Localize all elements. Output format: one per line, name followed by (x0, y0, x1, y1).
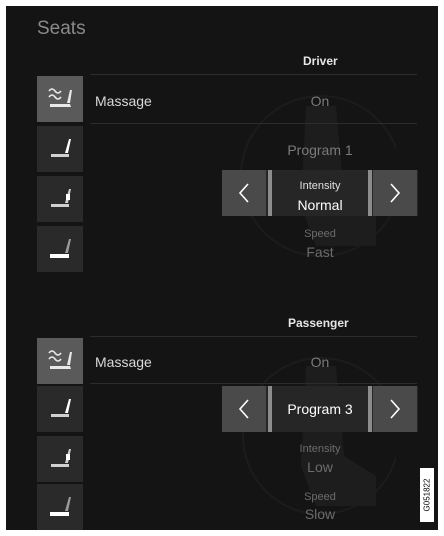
driver-cushion-button[interactable] (37, 226, 83, 272)
passenger-cushion-button[interactable] (37, 484, 83, 530)
driver-section-title: Driver (303, 54, 338, 68)
chevron-left-icon (238, 183, 249, 203)
chevron-left-icon (238, 399, 249, 419)
chevron-right-icon (390, 399, 401, 419)
passenger-massage-button[interactable] (37, 338, 83, 384)
passenger-backrest-button[interactable] (37, 386, 83, 432)
image-code-label: G051822 (420, 468, 434, 522)
driver-speed-label: Speed (304, 228, 336, 240)
chevron-right-icon (390, 183, 401, 203)
driver-lumbar-button[interactable] (37, 176, 83, 222)
image-code-text: G051822 (422, 478, 432, 512)
passenger-lumbar-button[interactable] (37, 436, 83, 482)
seats-screen: Seats Driver Massage On Program 1 Intens… (6, 6, 438, 530)
passenger-program-next-button[interactable] (373, 386, 417, 432)
passenger-massage-value: On (310, 354, 330, 370)
driver-massage-label: Massage (95, 93, 152, 109)
seat-cushion-icon (50, 497, 71, 516)
passenger-massage-label: Massage (95, 354, 152, 370)
passenger-speed-value: Slow (304, 506, 336, 522)
seat-lumbar-icon (51, 189, 71, 207)
divider (368, 170, 372, 216)
page-title: Seats (37, 18, 86, 39)
passenger-speed-label: Speed (304, 491, 336, 503)
divider (90, 123, 417, 124)
driver-intensity-prev-button[interactable] (222, 170, 266, 216)
driver-program-value: Program 1 (287, 142, 353, 158)
divider (368, 386, 372, 432)
seat-lumbar-icon (51, 449, 71, 467)
passenger-program-value: Program 3 (287, 401, 353, 417)
driver-massage-button[interactable] (37, 76, 83, 122)
passenger-intensity-label: Intensity (299, 443, 341, 455)
seat-backrest-icon (51, 399, 71, 417)
driver-intensity-value: Normal (297, 197, 343, 213)
passenger-intensity-value: Low (307, 459, 333, 475)
driver-speed-value: Fast (306, 244, 334, 260)
divider (90, 383, 417, 384)
passenger-program-prev-button[interactable] (222, 386, 266, 432)
divider (90, 336, 417, 337)
passenger-section-title: Passenger (288, 316, 349, 330)
seat-massage-icon (48, 350, 72, 369)
driver-intensity-next-button[interactable] (373, 170, 417, 216)
driver-massage-value: On (310, 93, 330, 109)
driver-backrest-button[interactable] (37, 126, 83, 172)
driver-intensity-label: Intensity (299, 180, 341, 192)
seat-backrest-icon (51, 139, 71, 157)
seat-massage-icon (48, 88, 72, 107)
seat-cushion-icon (50, 239, 71, 258)
divider (90, 74, 417, 75)
